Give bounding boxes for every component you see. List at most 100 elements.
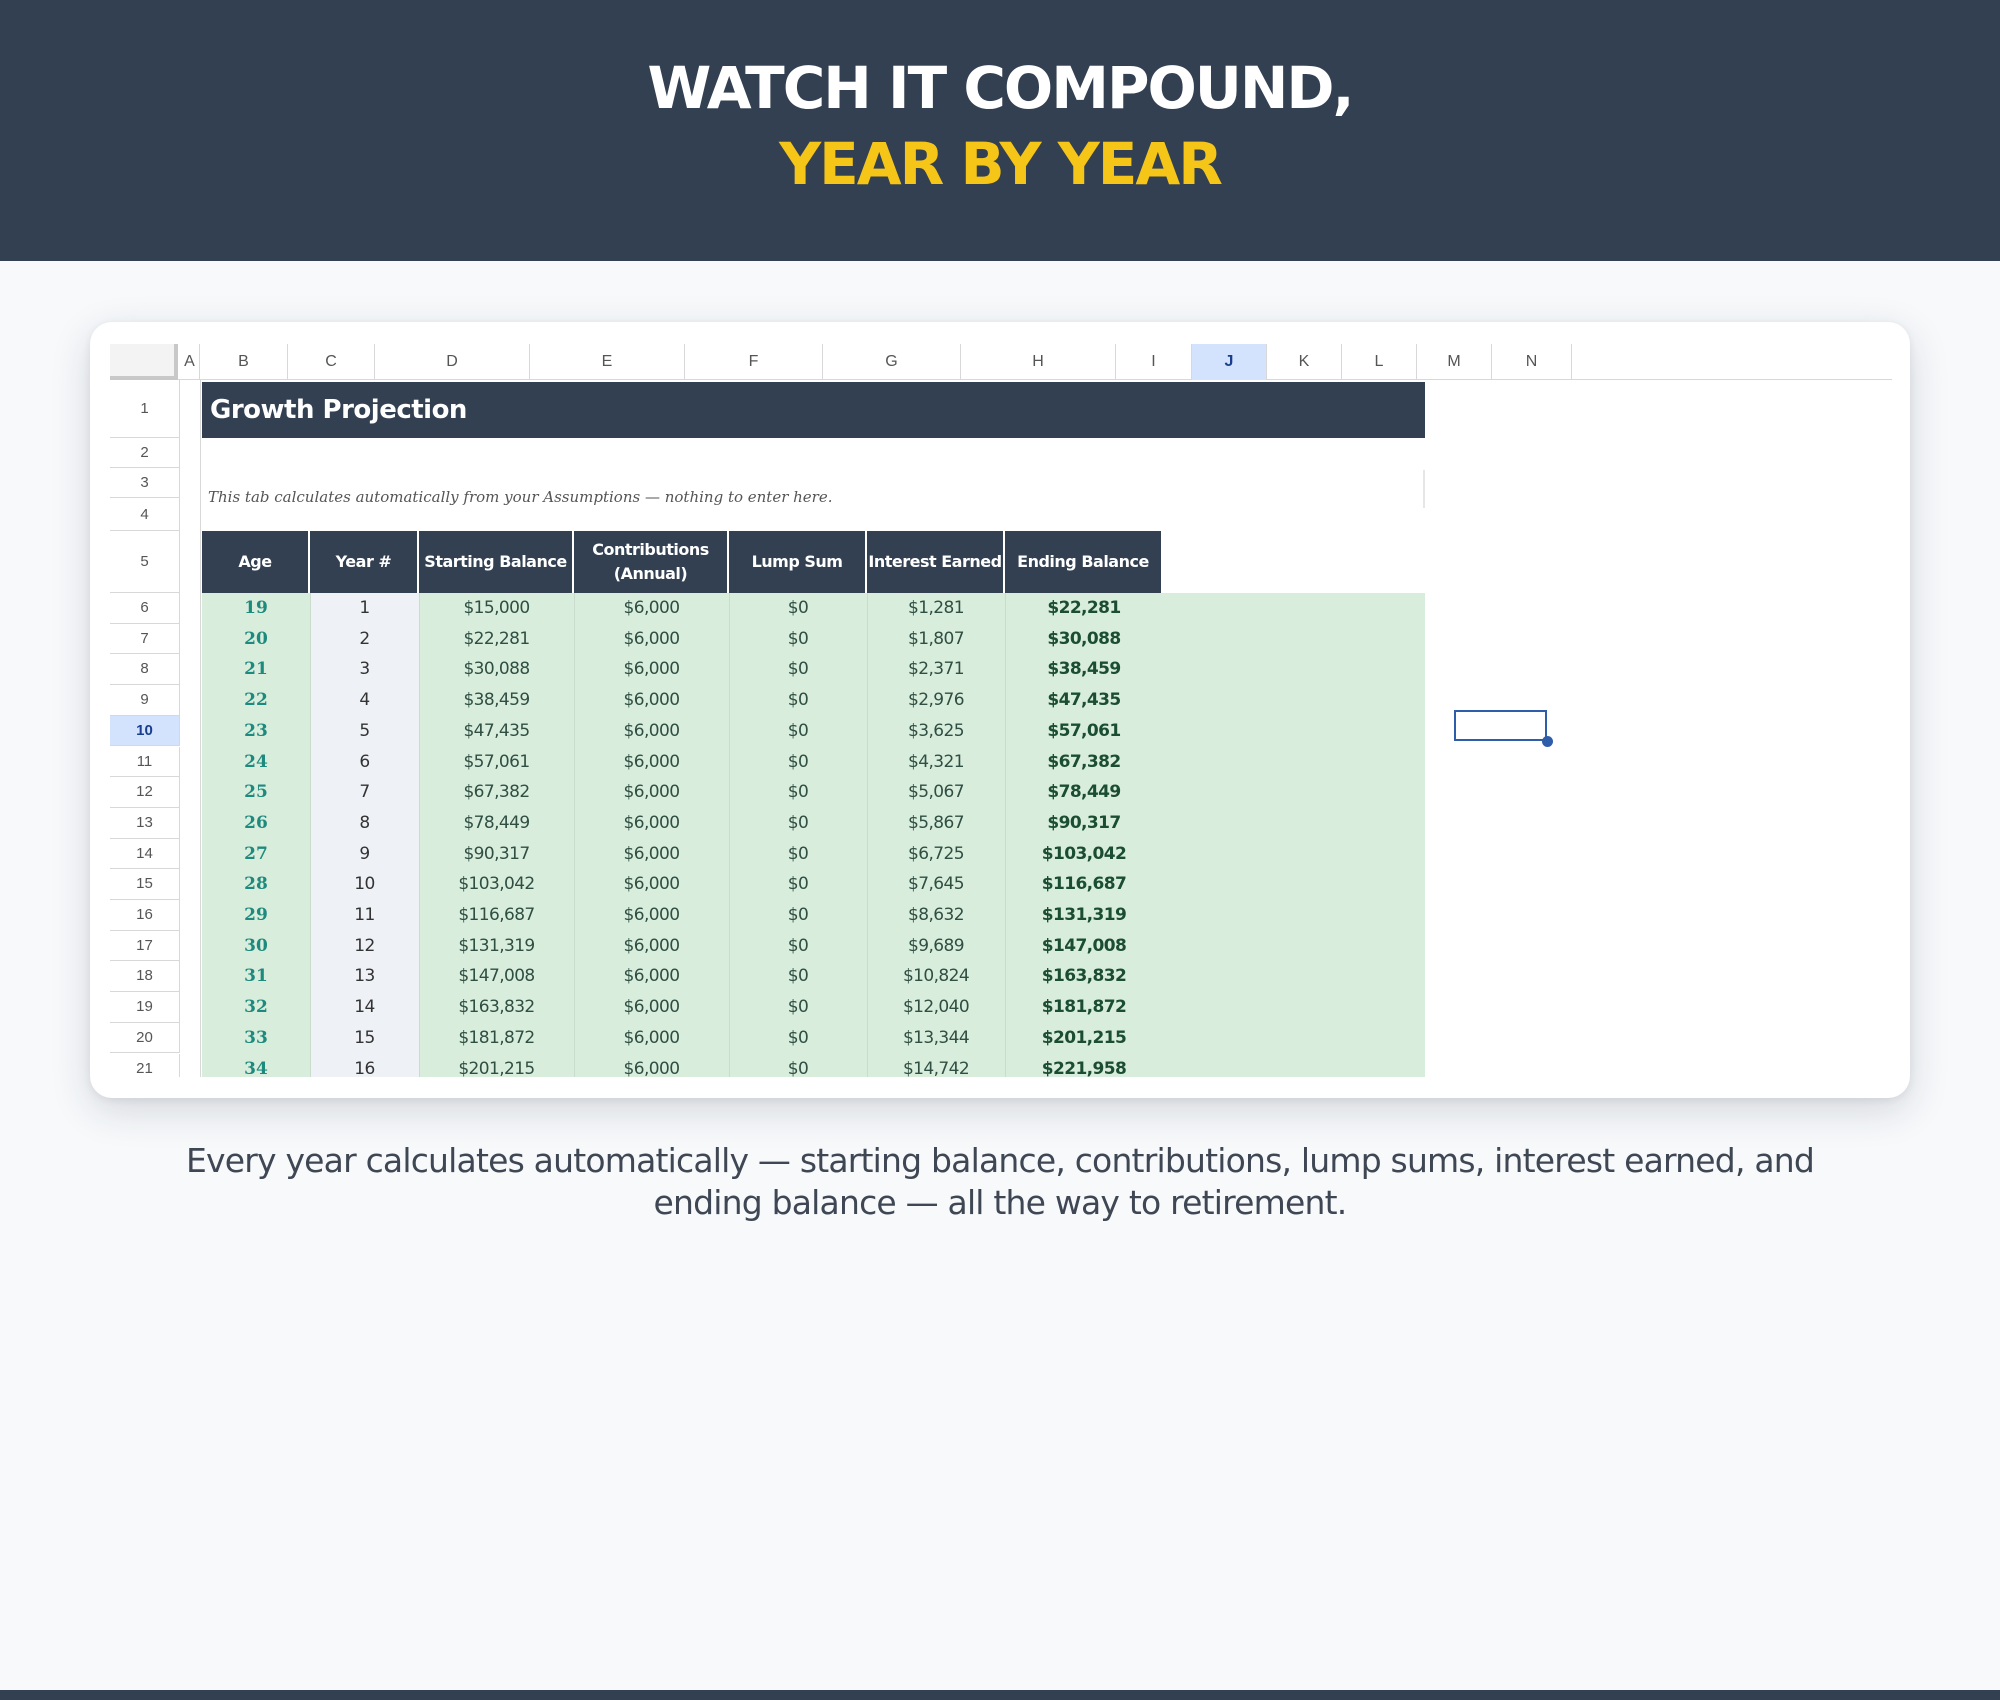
cell-age[interactable]: 30	[202, 931, 310, 962]
row-header-7[interactable]: 7	[110, 623, 180, 655]
row-header-16[interactable]: 16	[110, 900, 180, 931]
cell-year-number[interactable]: 7	[310, 777, 419, 808]
cell-contributions-annual[interactable]: $6,000	[574, 808, 729, 839]
cell-age[interactable]: 33	[202, 1023, 310, 1054]
cell-age[interactable]: 28	[202, 869, 310, 900]
cell-starting-balance[interactable]: $22,281	[419, 624, 574, 655]
cell-contributions-annual[interactable]: $6,000	[574, 777, 729, 808]
column-header-m[interactable]: M	[1417, 344, 1492, 380]
cell-interest-earned[interactable]: $2,976	[867, 685, 1005, 716]
cell-ending-balance[interactable]: $47,435	[1005, 685, 1163, 716]
cell-ending-balance[interactable]: $181,872	[1005, 992, 1163, 1023]
cell-ending-balance[interactable]: $163,832	[1005, 961, 1163, 992]
cell-age[interactable]: 29	[202, 900, 310, 931]
cell-age[interactable]: 27	[202, 839, 310, 870]
cell-lump-sum[interactable]: $0	[729, 747, 867, 778]
cell-starting-balance[interactable]: $181,872	[419, 1023, 574, 1054]
cell-year-number[interactable]: 1	[310, 593, 419, 624]
row-header-15[interactable]: 15	[110, 869, 180, 900]
cell-year-number[interactable]: 15	[310, 1023, 419, 1054]
cell-age[interactable]: 25	[202, 777, 310, 808]
row-header-21[interactable]: 21	[110, 1053, 180, 1077]
cell-ending-balance[interactable]: $22,281	[1005, 593, 1163, 624]
header-age[interactable]: Age	[202, 531, 310, 593]
cell-ending-balance[interactable]: $38,459	[1005, 654, 1163, 685]
cell-interest-earned[interactable]: $5,067	[867, 777, 1005, 808]
cell-ending-balance[interactable]: $116,687	[1005, 869, 1163, 900]
row-header-10[interactable]: 10	[110, 715, 180, 747]
cell-contributions-annual[interactable]: $6,000	[574, 654, 729, 685]
cell-starting-balance[interactable]: $147,008	[419, 961, 574, 992]
cell-ending-balance[interactable]: $147,008	[1005, 931, 1163, 962]
row-header-17[interactable]: 17	[110, 930, 180, 962]
cell-starting-balance[interactable]: $57,061	[419, 747, 574, 778]
cell-lump-sum[interactable]: $0	[729, 808, 867, 839]
row-header-14[interactable]: 14	[110, 838, 180, 870]
cell-age[interactable]: 34	[202, 1054, 310, 1078]
row-header-20[interactable]: 20	[110, 1022, 180, 1054]
column-header-j[interactable]: J	[1192, 344, 1267, 380]
cell-contributions-annual[interactable]: $6,000	[574, 685, 729, 716]
cell-year-number[interactable]: 4	[310, 685, 419, 716]
cell-starting-balance[interactable]: $38,459	[419, 685, 574, 716]
cell-age[interactable]: 24	[202, 747, 310, 778]
cell-age[interactable]: 32	[202, 992, 310, 1023]
column-header-c[interactable]: C	[288, 344, 375, 380]
cell-contributions-annual[interactable]: $6,000	[574, 1054, 729, 1078]
cell-ending-balance[interactable]: $103,042	[1005, 839, 1163, 870]
row-header-8[interactable]: 8	[110, 654, 180, 686]
cell-age[interactable]: 19	[202, 593, 310, 624]
row-header-18[interactable]: 18	[110, 961, 180, 993]
column-header-f[interactable]: F	[685, 344, 823, 380]
cell-contributions-annual[interactable]: $6,000	[574, 716, 729, 747]
cell-ending-balance[interactable]: $57,061	[1005, 716, 1163, 747]
cell-year-number[interactable]: 14	[310, 992, 419, 1023]
cell-interest-earned[interactable]: $1,281	[867, 593, 1005, 624]
selected-cell-j10[interactable]	[1454, 710, 1547, 741]
cell-year-number[interactable]: 3	[310, 654, 419, 685]
cell-lump-sum[interactable]: $0	[729, 900, 867, 931]
cell-age[interactable]: 20	[202, 624, 310, 655]
cell-ending-balance[interactable]: $30,088	[1005, 624, 1163, 655]
cell-starting-balance[interactable]: $103,042	[419, 869, 574, 900]
cell-interest-earned[interactable]: $13,344	[867, 1023, 1005, 1054]
cell-interest-earned[interactable]: $3,625	[867, 716, 1005, 747]
row-header-19[interactable]: 19	[110, 992, 180, 1023]
cell-ending-balance[interactable]: $90,317	[1005, 808, 1163, 839]
cell-year-number[interactable]: 16	[310, 1054, 419, 1078]
cell-age[interactable]: 21	[202, 654, 310, 685]
cell-starting-balance[interactable]: $131,319	[419, 931, 574, 962]
row-header-2[interactable]: 2	[110, 438, 180, 468]
cell-age[interactable]: 26	[202, 808, 310, 839]
fill-handle[interactable]	[1542, 736, 1553, 747]
cell-interest-earned[interactable]: $4,321	[867, 747, 1005, 778]
cell-starting-balance[interactable]: $67,382	[419, 777, 574, 808]
cell-lump-sum[interactable]: $0	[729, 716, 867, 747]
cell-year-number[interactable]: 2	[310, 624, 419, 655]
cell-lump-sum[interactable]: $0	[729, 992, 867, 1023]
cell-contributions-annual[interactable]: $6,000	[574, 961, 729, 992]
cell-year-number[interactable]: 12	[310, 931, 419, 962]
column-header-a[interactable]: A	[180, 344, 200, 380]
row-header-5[interactable]: 5	[110, 531, 180, 593]
column-header-n[interactable]: N	[1492, 344, 1572, 380]
cell-ending-balance[interactable]: $78,449	[1005, 777, 1163, 808]
cell-starting-balance[interactable]: $15,000	[419, 593, 574, 624]
cell-lump-sum[interactable]: $0	[729, 685, 867, 716]
cell-contributions-annual[interactable]: $6,000	[574, 1023, 729, 1054]
cell-contributions-annual[interactable]: $6,000	[574, 839, 729, 870]
row-header-13[interactable]: 13	[110, 807, 180, 839]
cell-interest-earned[interactable]: $9,689	[867, 931, 1005, 962]
cell-contributions-annual[interactable]: $6,000	[574, 931, 729, 962]
cell-year-number[interactable]: 9	[310, 839, 419, 870]
header-lump-sum[interactable]: Lump Sum	[729, 531, 867, 593]
cell-starting-balance[interactable]: $90,317	[419, 839, 574, 870]
column-header-i[interactable]: I	[1116, 344, 1192, 380]
row-header-6[interactable]: 6	[110, 593, 180, 624]
cell-lump-sum[interactable]: $0	[729, 931, 867, 962]
row-header-9[interactable]: 9	[110, 685, 180, 716]
cell-lump-sum[interactable]: $0	[729, 869, 867, 900]
cell-starting-balance[interactable]: $30,088	[419, 654, 574, 685]
select-all-corner[interactable]	[110, 344, 178, 380]
cell-lump-sum[interactable]: $0	[729, 1054, 867, 1078]
